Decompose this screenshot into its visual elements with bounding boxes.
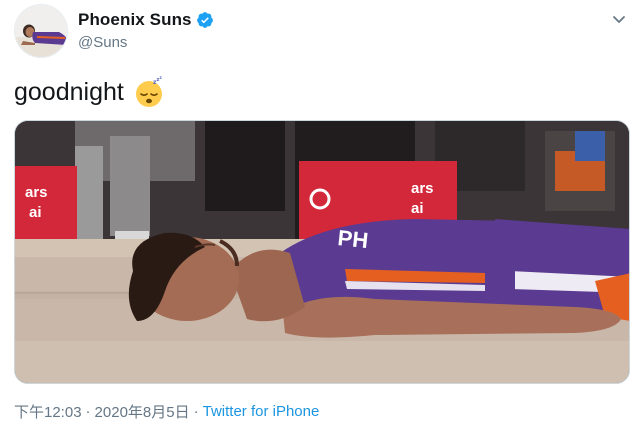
chevron-down-icon[interactable]: [610, 10, 628, 28]
signage-right-line1: ars: [411, 180, 434, 197]
tweet: Phoenix Suns @Suns goodnight z z z ars a…: [0, 0, 640, 427]
signage-left-line2: ai: [29, 204, 42, 221]
signage-left-line1: ars: [25, 184, 48, 201]
photo-player-lying-on-court: ars ai ars ai PH: [15, 121, 629, 383]
tweet-source-link[interactable]: Twitter for iPhone: [203, 403, 320, 420]
jersey-text: PH: [336, 225, 369, 253]
avatar[interactable]: [14, 4, 68, 58]
meta-separator: ·: [85, 403, 91, 420]
display-name[interactable]: Phoenix Suns: [78, 10, 192, 30]
tweet-date[interactable]: 2020年8月5日: [95, 401, 190, 422]
author-name-row[interactable]: Phoenix Suns: [78, 9, 214, 31]
tweet-text: goodnight z z z: [14, 75, 165, 108]
author-handle[interactable]: @Suns: [78, 34, 127, 51]
tweet-meta: 下午12:03 · 2020年8月5日 · Twitter for iPhone: [14, 401, 319, 422]
tweet-body: goodnight: [14, 77, 124, 106]
svg-text:z: z: [159, 76, 162, 80]
signage-right-line2: ai: [411, 200, 424, 217]
avatar-image: [15, 5, 67, 57]
verified-badge-icon: [196, 11, 214, 29]
tweet-media-photo[interactable]: ars ai ars ai PH: [14, 120, 630, 384]
meta-separator-2: ·: [193, 403, 199, 420]
tweet-time[interactable]: 下午12:03: [14, 401, 82, 422]
sleeping-face-emoji-icon: z z z: [133, 75, 165, 108]
